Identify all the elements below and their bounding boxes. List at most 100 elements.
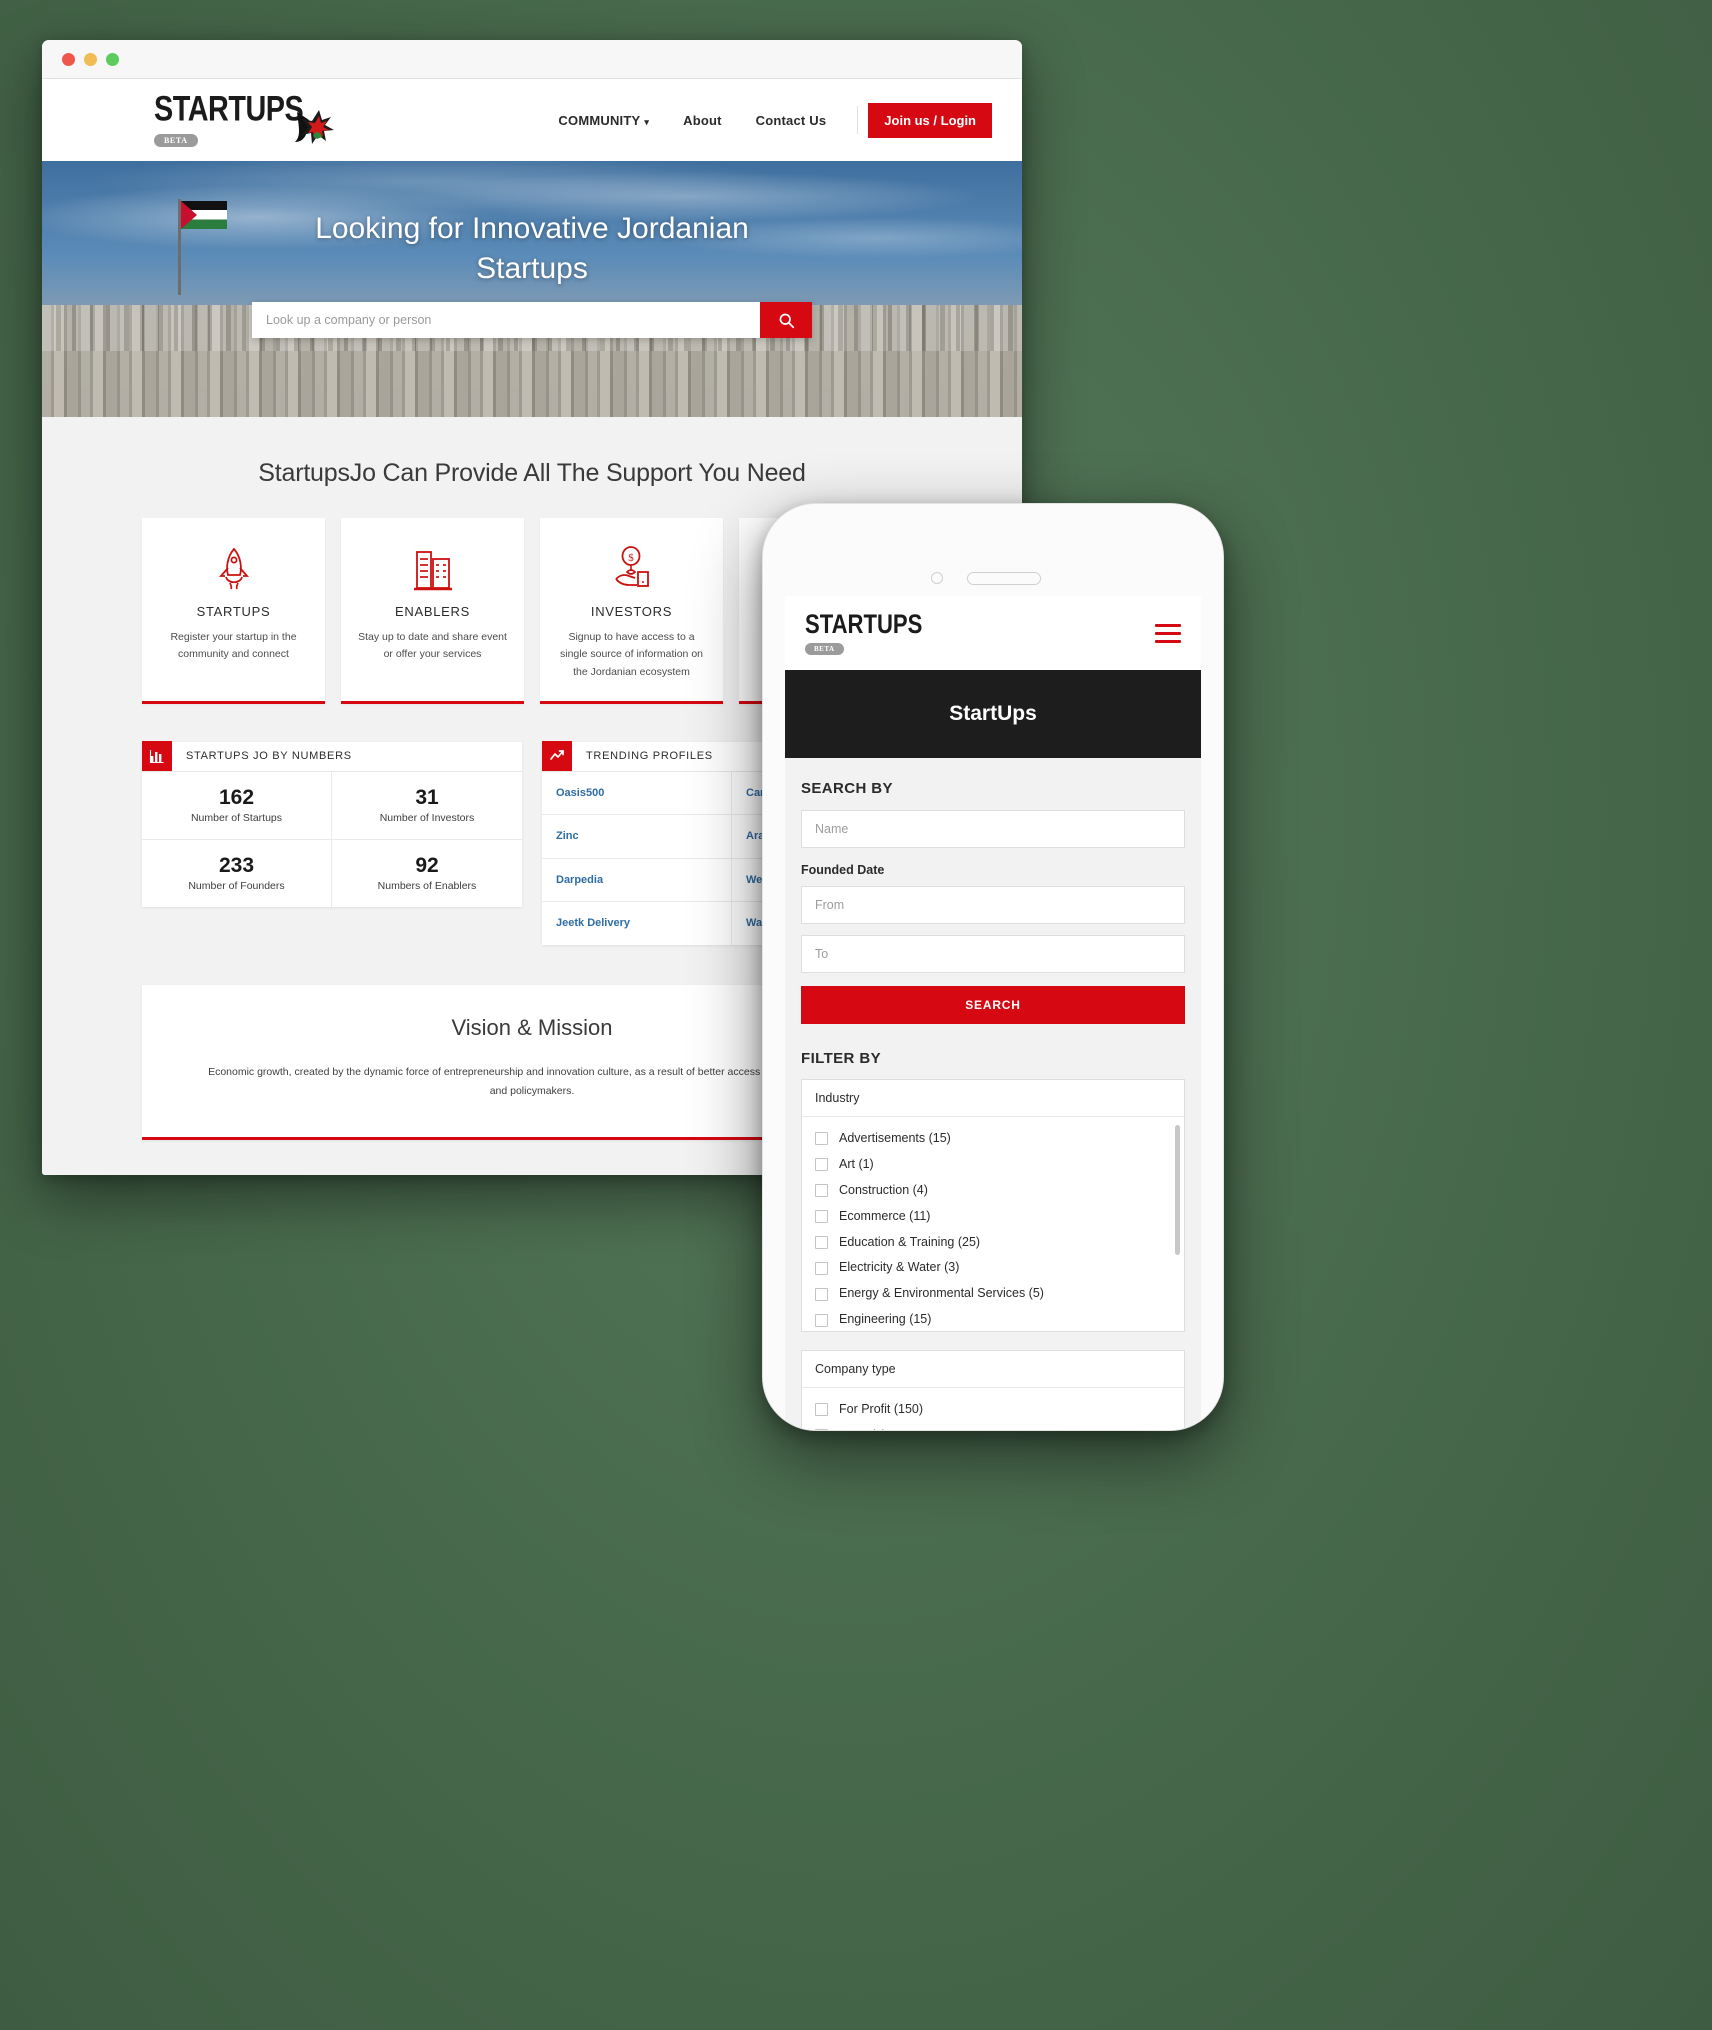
support-card-desc: Signup to have access to a single source…	[560, 631, 703, 678]
founded-date-label: Founded Date	[801, 863, 885, 877]
phone-mockup: STARTUPS BETA StartUps SEARCH BY Founded…	[762, 503, 1224, 1431]
checkbox-icon[interactable]	[815, 1132, 828, 1146]
trending-item[interactable]: Darpedia	[542, 858, 732, 903]
mobile-header: STARTUPS BETA	[785, 596, 1201, 670]
search-button[interactable]	[760, 302, 812, 338]
search-by-heading: SEARCH BY	[801, 780, 893, 797]
checkbox-icon[interactable]	[815, 1287, 828, 1301]
mobile-page-title: StartUps	[949, 702, 1037, 725]
filter-option[interactable]: Electricity & Water (3)	[802, 1255, 1184, 1281]
stat-cell: 233 Number of Founders	[142, 840, 332, 908]
support-card-startups[interactable]: STARTUPS Register your startup in the co…	[142, 518, 325, 704]
checkbox-icon[interactable]	[815, 1235, 828, 1249]
filter-option-label: Construction (4)	[839, 1182, 928, 1197]
industry-filter-box: Industry Advertisements (15) Art (1) Con…	[801, 1079, 1185, 1332]
filter-option[interactable]: Engineering (15)	[802, 1307, 1184, 1331]
maximize-window-button[interactable]	[106, 52, 119, 66]
company-type-filter-list: For Profit (150) NGO (2)	[802, 1388, 1184, 1430]
checkbox-icon[interactable]	[815, 1261, 828, 1275]
filter-option[interactable]: Energy & Environmental Services (5)	[802, 1281, 1184, 1307]
mobile-logo[interactable]: STARTUPS BETA	[805, 608, 927, 656]
trending-item[interactable]: Jeetk Delivery	[542, 902, 732, 945]
bar-chart-icon	[142, 741, 172, 772]
industry-list-scrollbar[interactable]	[1175, 1125, 1180, 1255]
trend-up-icon	[542, 741, 572, 772]
filter-option[interactable]: Advertisements (15)	[802, 1126, 1184, 1152]
mobile-logo-wordmark: STARTUPS	[805, 608, 923, 639]
search-icon	[779, 313, 794, 328]
numbers-grid: 162 Number of Startups 31 Number of Inve…	[142, 771, 522, 908]
support-card-desc: Register your startup in the community a…	[170, 631, 297, 661]
search-input[interactable]	[252, 302, 760, 338]
support-card-enablers[interactable]: ENABLERS Stay up to date and share event…	[341, 518, 524, 704]
mobile-content: SEARCH BY Founded Date SEARCH FILTER BY …	[785, 758, 1201, 1430]
filter-option[interactable]: Education & Training (25)	[802, 1230, 1184, 1256]
stat-value: 31	[415, 785, 439, 809]
stat-value: 162	[218, 785, 255, 809]
trending-item[interactable]: Zinc	[542, 815, 732, 859]
industry-filter-header: Industry	[802, 1080, 1184, 1117]
stat-cell: 162 Number of Startups	[142, 771, 332, 841]
trending-item[interactable]: Oasis500	[542, 771, 732, 816]
hamburger-icon[interactable]	[1155, 623, 1181, 643]
buildings-icon	[357, 544, 508, 594]
rocket-icon	[158, 544, 309, 594]
checkbox-icon[interactable]	[815, 1184, 828, 1198]
filter-option[interactable]: NGO (2)	[802, 1423, 1184, 1430]
phone-camera-icon	[931, 572, 943, 584]
nav-item-community-label: COMMUNITY	[558, 112, 641, 128]
beta-badge: BETA	[154, 134, 198, 147]
checkbox-icon[interactable]	[815, 1210, 828, 1224]
filter-option-label: Education & Training (25)	[839, 1234, 981, 1249]
numbers-panel-title: STARTUPS JO BY NUMBERS	[186, 750, 352, 763]
checkbox-icon[interactable]	[815, 1429, 828, 1430]
stat-value: 92	[415, 854, 439, 878]
site-logo[interactable]: STARTUPS BETA	[154, 89, 335, 148]
filter-option[interactable]: Construction (4)	[802, 1178, 1184, 1204]
hand-money-icon: $	[556, 544, 707, 594]
support-card-title: INVESTORS	[590, 604, 673, 619]
stat-label: Number of Investors	[379, 812, 475, 825]
hero-title-line-2: Startups	[476, 251, 588, 285]
filter-option-label: Engineering (15)	[839, 1312, 932, 1327]
mobile-date-from-input[interactable]	[801, 886, 1185, 924]
checkbox-icon[interactable]	[815, 1158, 828, 1172]
nav-divider	[857, 106, 859, 134]
filter-option-label: For Profit (150)	[839, 1402, 924, 1416]
site-header: STARTUPS BETA COMMUNITY ▾ About Contact …	[42, 79, 1022, 161]
hero-title-line-1: Looking for Innovative Jordanian	[315, 212, 749, 245]
mobile-page-banner: StartUps	[785, 670, 1201, 758]
filter-option-label: NGO (2)	[839, 1425, 886, 1430]
filter-option[interactable]: Art (1)	[802, 1152, 1184, 1178]
nav-item-contact-us[interactable]: Contact Us	[739, 113, 844, 128]
mobile-beta-badge: BETA	[805, 642, 844, 655]
hero-search-bar	[252, 302, 812, 338]
hero-title: Looking for Innovative Jordanian Startup…	[42, 161, 1022, 288]
nav-item-community[interactable]: COMMUNITY ▾	[541, 113, 666, 128]
minimize-window-button[interactable]	[84, 52, 97, 66]
mobile-search-button[interactable]: SEARCH	[801, 986, 1185, 1024]
support-card-investors[interactable]: $ INVESTORS Signup to have access to a s…	[540, 518, 723, 704]
chevron-down-icon: ▾	[644, 116, 650, 127]
checkbox-icon[interactable]	[815, 1403, 828, 1417]
close-window-button[interactable]	[62, 52, 75, 66]
mobile-name-input[interactable]	[801, 810, 1185, 848]
stat-cell: 92 Numbers of Enablers	[332, 840, 522, 907]
industry-filter-list: Advertisements (15) Art (1) Construction…	[802, 1117, 1184, 1331]
filter-option[interactable]: For Profit (150)	[802, 1397, 1184, 1423]
mobile-date-to-input[interactable]	[801, 935, 1185, 973]
nav-item-about[interactable]: About	[666, 113, 739, 128]
support-card-desc: Stay up to date and share event or offer…	[358, 631, 507, 661]
svg-text:$: $	[628, 552, 634, 564]
stat-label: Number of Founders	[188, 880, 285, 893]
trending-panel-title: TRENDING PROFILES	[586, 750, 713, 763]
filter-option-label: Advertisements (15)	[839, 1131, 951, 1145]
phone-screen: STARTUPS BETA StartUps SEARCH BY Founded…	[785, 596, 1201, 1430]
filter-option-label: Energy & Environmental Services (5)	[839, 1286, 1044, 1301]
filter-option[interactable]: Ecommerce (11)	[802, 1204, 1184, 1230]
join-login-button[interactable]: Join us / Login	[868, 102, 992, 138]
phone-bezel-top	[763, 504, 1223, 596]
logo-wordmark: STARTUPS	[154, 89, 304, 129]
checkbox-icon[interactable]	[815, 1313, 828, 1327]
stat-label: Number of Startups	[190, 812, 283, 825]
